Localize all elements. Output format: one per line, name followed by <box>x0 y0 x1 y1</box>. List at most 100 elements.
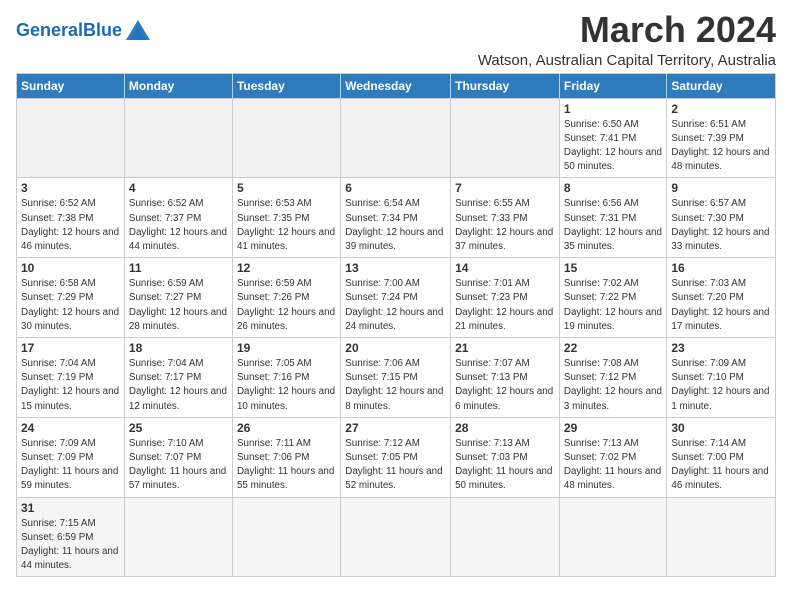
day-info: Sunrise: 6:56 AMSunset: 7:31 PMDaylight:… <box>564 197 662 254</box>
day-cell: 30 Sunrise: 7:14 AMSunset: 7:00 PMDayligh… <box>667 417 776 497</box>
day-cell: 17 Sunrise: 7:04 AMSunset: 7:19 PMDayligh… <box>17 338 125 418</box>
header-friday: Friday <box>559 73 666 98</box>
day-info: Sunrise: 7:15 AMSunset: 6:59 PMDaylight:… <box>21 517 120 574</box>
day-number: 22 <box>564 341 662 355</box>
day-cell <box>451 98 560 178</box>
day-cell: 6 Sunrise: 6:54 AMSunset: 7:34 PMDaylight… <box>341 178 451 258</box>
day-number: 11 <box>129 261 228 275</box>
week-row-5: 24 Sunrise: 7:09 AMSunset: 7:09 PMDayligh… <box>17 417 776 497</box>
day-info: Sunrise: 6:59 AMSunset: 7:27 PMDaylight:… <box>129 277 228 334</box>
day-cell: 31Sunrise: 7:15 AMSunset: 6:59 PMDayligh… <box>17 497 125 577</box>
logo: GeneralBlue <box>16 10 152 44</box>
day-number: 19 <box>237 341 336 355</box>
day-cell: 23Sunrise: 7:09 AMSunset: 7:10 PMDayligh… <box>667 338 776 418</box>
day-info: Sunrise: 7:06 AMSunset: 7:15 PMDaylight:… <box>345 357 446 414</box>
day-info: Sunrise: 7:14 AMSunset: 7:00 PMDaylight:… <box>671 437 771 494</box>
page-header: GeneralBlue March 2024 Watson, Australia… <box>16 10 776 69</box>
day-number: 29 <box>564 421 662 435</box>
day-number: 3 <box>21 181 120 195</box>
day-cell <box>232 497 340 577</box>
day-info: Sunrise: 7:08 AMSunset: 7:12 PMDaylight:… <box>564 357 662 414</box>
day-info: Sunrise: 6:52 AMSunset: 7:38 PMDaylight:… <box>21 197 120 254</box>
day-info: Sunrise: 7:05 AMSunset: 7:16 PMDaylight:… <box>237 357 336 414</box>
day-info: Sunrise: 7:07 AMSunset: 7:13 PMDaylight:… <box>455 357 555 414</box>
day-info: Sunrise: 7:12 AMSunset: 7:05 PMDaylight:… <box>345 437 446 494</box>
day-cell <box>451 497 560 577</box>
day-info: Sunrise: 7:04 AMSunset: 7:17 PMDaylight:… <box>129 357 228 414</box>
week-row-4: 17 Sunrise: 7:04 AMSunset: 7:19 PMDayligh… <box>17 338 776 418</box>
day-info: Sunrise: 7:09 AMSunset: 7:09 PMDaylight:… <box>21 437 120 494</box>
day-number: 26 <box>237 421 336 435</box>
day-number: 17 <box>21 341 120 355</box>
day-cell: 22 Sunrise: 7:08 AMSunset: 7:12 PMDayligh… <box>559 338 666 418</box>
day-cell: 24 Sunrise: 7:09 AMSunset: 7:09 PMDayligh… <box>17 417 125 497</box>
day-info: Sunrise: 6:57 AMSunset: 7:30 PMDaylight:… <box>671 197 771 254</box>
day-info: Sunrise: 7:02 AMSunset: 7:22 PMDaylight:… <box>564 277 662 334</box>
day-cell: 8 Sunrise: 6:56 AMSunset: 7:31 PMDaylight… <box>559 178 666 258</box>
day-cell: 16Sunrise: 7:03 AMSunset: 7:20 PMDayligh… <box>667 258 776 338</box>
day-number: 21 <box>455 341 555 355</box>
week-row-1: 1Sunrise: 6:50 AMSunset: 7:41 PMDaylight… <box>17 98 776 178</box>
calendar-table: SundayMondayTuesdayWednesdayThursdayFrid… <box>16 73 776 578</box>
day-info: Sunrise: 7:13 AMSunset: 7:03 PMDaylight:… <box>455 437 555 494</box>
week-row-2: 3 Sunrise: 6:52 AMSunset: 7:38 PMDaylight… <box>17 178 776 258</box>
calendar-header-row: SundayMondayTuesdayWednesdayThursdayFrid… <box>17 73 776 98</box>
week-row-3: 10 Sunrise: 6:58 AMSunset: 7:29 PMDayligh… <box>17 258 776 338</box>
day-number: 4 <box>129 181 228 195</box>
title-area: March 2024 Watson, Australian Capital Te… <box>478 10 776 69</box>
day-number: 9 <box>671 181 771 195</box>
day-number: 27 <box>345 421 446 435</box>
day-number: 28 <box>455 421 555 435</box>
day-number: 10 <box>21 261 120 275</box>
day-cell <box>17 98 125 178</box>
week-row-6: 31Sunrise: 7:15 AMSunset: 6:59 PMDayligh… <box>17 497 776 577</box>
day-number: 13 <box>345 261 446 275</box>
day-number: 2 <box>671 102 771 116</box>
day-number: 23 <box>671 341 771 355</box>
day-number: 24 <box>21 421 120 435</box>
day-number: 7 <box>455 181 555 195</box>
day-info: Sunrise: 7:03 AMSunset: 7:20 PMDaylight:… <box>671 277 771 334</box>
month-title: March 2024 <box>478 10 776 50</box>
header-wednesday: Wednesday <box>341 73 451 98</box>
day-cell: 28 Sunrise: 7:13 AMSunset: 7:03 PMDayligh… <box>451 417 560 497</box>
day-cell: 4 Sunrise: 6:52 AMSunset: 7:37 PMDaylight… <box>124 178 232 258</box>
day-info: Sunrise: 6:55 AMSunset: 7:33 PMDaylight:… <box>455 197 555 254</box>
day-cell <box>341 98 451 178</box>
day-cell: 1Sunrise: 6:50 AMSunset: 7:41 PMDaylight… <box>559 98 666 178</box>
day-cell: 10 Sunrise: 6:58 AMSunset: 7:29 PMDayligh… <box>17 258 125 338</box>
day-cell: 25Sunrise: 7:10 AMSunset: 7:07 PMDayligh… <box>124 417 232 497</box>
day-number: 5 <box>237 181 336 195</box>
day-info: Sunrise: 6:54 AMSunset: 7:34 PMDaylight:… <box>345 197 446 254</box>
day-cell: 12Sunrise: 6:59 AMSunset: 7:26 PMDayligh… <box>232 258 340 338</box>
day-cell: 13Sunrise: 7:00 AMSunset: 7:24 PMDayligh… <box>341 258 451 338</box>
day-number: 30 <box>671 421 771 435</box>
day-number: 6 <box>345 181 446 195</box>
day-number: 20 <box>345 341 446 355</box>
day-cell: 18Sunrise: 7:04 AMSunset: 7:17 PMDayligh… <box>124 338 232 418</box>
day-info: Sunrise: 6:58 AMSunset: 7:29 PMDaylight:… <box>21 277 120 334</box>
logo-icon <box>124 16 152 44</box>
day-cell: 2Sunrise: 6:51 AMSunset: 7:39 PMDaylight… <box>667 98 776 178</box>
day-info: Sunrise: 6:53 AMSunset: 7:35 PMDaylight:… <box>237 197 336 254</box>
day-cell <box>232 98 340 178</box>
day-cell: 3 Sunrise: 6:52 AMSunset: 7:38 PMDaylight… <box>17 178 125 258</box>
day-number: 14 <box>455 261 555 275</box>
day-info: Sunrise: 7:11 AMSunset: 7:06 PMDaylight:… <box>237 437 336 494</box>
header-tuesday: Tuesday <box>232 73 340 98</box>
day-info: Sunrise: 6:52 AMSunset: 7:37 PMDaylight:… <box>129 197 228 254</box>
logo-text: GeneralBlue <box>16 20 122 41</box>
header-saturday: Saturday <box>667 73 776 98</box>
day-number: 8 <box>564 181 662 195</box>
day-cell <box>667 497 776 577</box>
day-info: Sunrise: 6:50 AMSunset: 7:41 PMDaylight:… <box>564 118 662 175</box>
day-cell: 14 Sunrise: 7:01 AMSunset: 7:23 PMDayligh… <box>451 258 560 338</box>
day-cell: 5 Sunrise: 6:53 AMSunset: 7:35 PMDaylight… <box>232 178 340 258</box>
day-cell: 27 Sunrise: 7:12 AMSunset: 7:05 PMDayligh… <box>341 417 451 497</box>
day-info: Sunrise: 7:13 AMSunset: 7:02 PMDaylight:… <box>564 437 662 494</box>
day-info: Sunrise: 7:01 AMSunset: 7:23 PMDaylight:… <box>455 277 555 334</box>
header-thursday: Thursday <box>451 73 560 98</box>
day-info: Sunrise: 7:04 AMSunset: 7:19 PMDaylight:… <box>21 357 120 414</box>
day-cell: 15Sunrise: 7:02 AMSunset: 7:22 PMDayligh… <box>559 258 666 338</box>
day-cell: 29 Sunrise: 7:13 AMSunset: 7:02 PMDayligh… <box>559 417 666 497</box>
